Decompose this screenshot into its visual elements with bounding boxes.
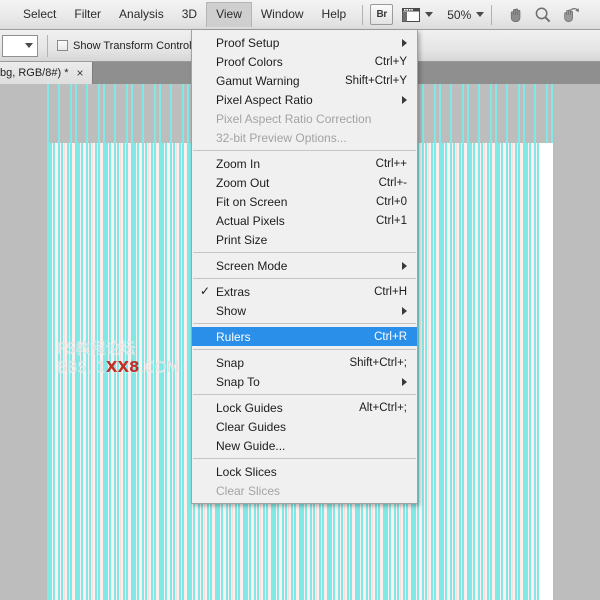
menubar-divider-1 (362, 4, 364, 25)
menu-item-label: Pixel Aspect Ratio Correction (216, 111, 372, 126)
menu-item-proof-colors[interactable]: Proof Colors Ctrl+Y (192, 52, 417, 71)
menu-item-lock-slices[interactable]: Lock Slices (192, 462, 417, 481)
menu-item-proof-setup[interactable]: Proof Setup (192, 33, 417, 52)
screen-mode-icon[interactable] (402, 7, 421, 23)
menu-item-label: Snap To (216, 374, 260, 389)
menu-item-actual-pixels[interactable]: Actual Pixels Ctrl+1 (192, 211, 417, 230)
menu-item-show[interactable]: Show (192, 301, 417, 320)
zoom-level-value: 50% (447, 7, 472, 22)
menu-filter[interactable]: Filter (65, 2, 110, 27)
hand-tool-icon[interactable] (506, 5, 526, 25)
options-divider-1 (47, 34, 48, 57)
menu-select[interactable]: Select (14, 2, 65, 27)
menu-item-label: Extras (216, 284, 251, 299)
menu-item-label: Gamut Warning (216, 73, 300, 88)
rotate-view-tool-icon[interactable] (560, 5, 580, 25)
menu-item-label: Proof Colors (216, 54, 283, 69)
menu-item-shortcut: Ctrl+- (378, 176, 407, 189)
menu-item-label: Zoom In (216, 156, 261, 171)
menu-item-label: Show (216, 303, 247, 318)
menu-item-rulers[interactable]: Rulers Ctrl+R (192, 327, 417, 346)
menu-item-shortcut: Ctrl+H (374, 285, 407, 298)
checkmark-icon: ✓ (200, 284, 211, 298)
menu-separator (193, 394, 416, 395)
menu-item-label: Lock Slices (216, 464, 277, 479)
menu-item-label: Proof Setup (216, 35, 280, 50)
menu-separator (193, 458, 416, 459)
show-transform-controls-label: Show Transform Controls (73, 39, 198, 52)
menu-item-shortcut: Ctrl++ (375, 157, 407, 170)
zoom-tool-icon[interactable] (533, 5, 553, 25)
menu-item-label: Rulers (216, 329, 251, 344)
menu-3d[interactable]: 3D (173, 2, 206, 27)
menu-item-zoom-in[interactable]: Zoom In Ctrl++ (192, 154, 417, 173)
menu-item-lock-guides[interactable]: Lock Guides Alt+Ctrl+; (192, 398, 417, 417)
menu-item-shortcut: Shift+Ctrl+Y (345, 74, 407, 87)
document-tab[interactable]: bg, RGB/8#) * × (0, 62, 93, 84)
menu-item-shortcut: Ctrl+Y (374, 55, 407, 68)
checkbox-box[interactable] (57, 40, 68, 51)
menu-item-zoom-out[interactable]: Zoom Out Ctrl+- (192, 173, 417, 192)
menu-item-label: Zoom Out (216, 175, 270, 190)
close-icon[interactable]: × (76, 67, 83, 79)
show-transform-controls-checkbox[interactable]: Show Transform Controls (57, 40, 197, 52)
menu-item-print-size[interactable]: Print Size (192, 230, 417, 249)
menu-item-32-bit-preview-options: 32-bit Preview Options... (192, 128, 417, 147)
menu-item-snap[interactable]: Snap Shift+Ctrl+; (192, 353, 417, 372)
menu-item-label: Lock Guides (216, 400, 283, 415)
submenu-arrow-icon (402, 95, 407, 104)
submenu-arrow-icon (402, 38, 407, 47)
menu-item-clear-slices: Clear Slices (192, 481, 417, 500)
menu-item-fit-on-screen[interactable]: Fit on Screen Ctrl+0 (192, 192, 417, 211)
menu-analysis[interactable]: Analysis (110, 2, 173, 27)
menu-item-pixel-aspect-ratio-correction: Pixel Aspect Ratio Correction (192, 109, 417, 128)
menu-item-label: Screen Mode (216, 258, 288, 273)
zoom-chevron-down-icon[interactable] (476, 12, 485, 17)
menu-help[interactable]: Help (313, 2, 356, 27)
menu-separator (193, 278, 416, 279)
menu-item-shortcut: Ctrl+0 (376, 195, 407, 208)
menubar-divider-2 (491, 4, 493, 25)
menu-item-label: New Guide... (216, 438, 286, 453)
menu-item-shortcut: Ctrl+R (374, 330, 407, 343)
menu-separator (193, 349, 416, 350)
menu-view[interactable]: View (206, 2, 252, 27)
menu-item-gamut-warning[interactable]: Gamut Warning Shift+Ctrl+Y (192, 71, 417, 90)
submenu-arrow-icon (402, 261, 407, 270)
menu-item-clear-guides[interactable]: Clear Guides (192, 417, 417, 436)
submenu-arrow-icon (402, 377, 407, 386)
menu-item-label: Snap (216, 355, 245, 370)
menu-separator (193, 252, 416, 253)
tool-preset-chevron-down-icon[interactable] (25, 43, 33, 48)
menu-separator (193, 323, 416, 324)
menu-item-label: 32-bit Preview Options... (216, 130, 347, 145)
menu-item-label: Print Size (216, 232, 268, 247)
document-tab-label: bg, RGB/8#) * (0, 67, 69, 79)
menu-item-shortcut: Shift+Ctrl+; (349, 356, 407, 369)
screen-mode-chevron-down-icon[interactable] (425, 12, 434, 17)
menu-item-label: Actual Pixels (216, 213, 285, 228)
view-dropdown-menu[interactable]: Proof Setup Proof Colors Ctrl+Y Gamut Warni… (191, 30, 418, 504)
menu-item-shortcut: Alt+Ctrl+; (359, 401, 407, 414)
menu-item-pixel-aspect-ratio[interactable]: Pixel Aspect Ratio (192, 90, 417, 109)
menu-window[interactable]: Window (252, 2, 313, 27)
menu-item-screen-mode[interactable]: Screen Mode (192, 256, 417, 275)
menu-item-shortcut: Ctrl+1 (376, 214, 407, 227)
menu-item-label: Clear Guides (216, 419, 287, 434)
menu-bar: Select Filter Analysis 3D View Window He… (0, 0, 600, 30)
menu-item-snap-to[interactable]: Snap To (192, 372, 417, 391)
menu-item-extras[interactable]: ✓ Extras Ctrl+H (192, 282, 417, 301)
menu-item-new-guide[interactable]: New Guide... (192, 436, 417, 455)
menu-item-label: Pixel Aspect Ratio (216, 92, 313, 107)
menu-item-label: Clear Slices (216, 483, 281, 498)
bridge-button[interactable]: Br (370, 4, 394, 25)
tool-preset-picker[interactable] (2, 34, 38, 57)
menu-separator (193, 150, 416, 151)
photoshop-window: Select Filter Analysis 3D View Window He… (0, 0, 600, 600)
menu-item-label: Fit on Screen (216, 194, 288, 209)
submenu-arrow-icon (402, 306, 407, 315)
